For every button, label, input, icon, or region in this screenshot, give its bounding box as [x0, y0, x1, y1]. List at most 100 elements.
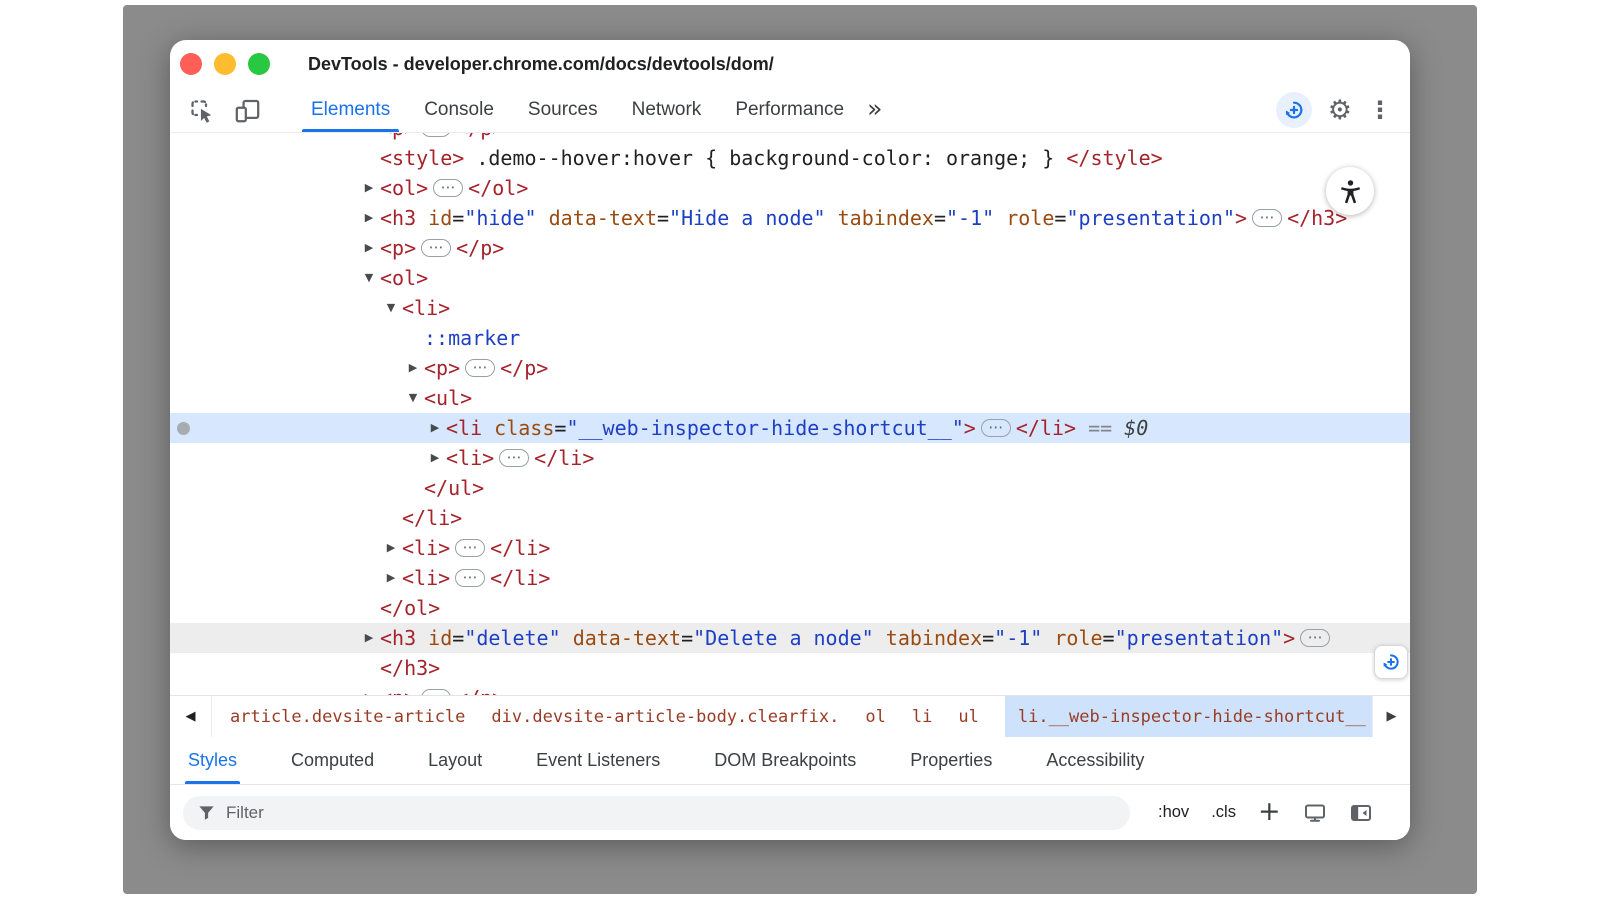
tab-properties[interactable]: Properties — [910, 737, 992, 784]
tab-elements[interactable]: Elements — [294, 88, 407, 132]
monitor-icon[interactable] — [1303, 801, 1327, 825]
ellipsis-expand-button[interactable]: ⋯ — [421, 239, 451, 257]
tab-performance[interactable]: Performance — [718, 88, 861, 132]
inspect-icon[interactable] — [184, 93, 218, 127]
breadcrumb-item-div[interactable]: div.devsite-article-body.clearfix. — [491, 696, 839, 737]
dom-tree-row[interactable]: <style> .demo--hover:hover { background-… — [170, 143, 1410, 173]
dom-tree-row[interactable]: </ol> — [170, 593, 1410, 623]
kebab-menu-icon[interactable]: ⋮ — [1368, 98, 1392, 122]
accessibility-person-icon[interactable] — [1326, 167, 1374, 215]
expand-arrow-icon[interactable]: ▶ — [426, 413, 444, 443]
device-toolbar-icon[interactable] — [230, 93, 264, 127]
tag-token: <p> — [380, 236, 416, 260]
filter-input[interactable]: Filter — [183, 796, 1130, 830]
ellipsis-expand-button[interactable]: ⋯ — [421, 133, 451, 137]
ellipsis-expand-button[interactable]: ⋯ — [433, 179, 463, 197]
toolbar-right-group: ⚙ ⋮ — [1276, 92, 1410, 128]
expand-arrow-icon[interactable]: ▶ — [360, 683, 378, 695]
breadcrumb: ◀ article.devsite-article div.devsite-ar… — [170, 695, 1410, 737]
ellipsis-expand-button[interactable]: ⋯ — [499, 449, 529, 467]
tab-styles[interactable]: Styles — [188, 737, 237, 784]
settings-gear-icon[interactable]: ⚙ — [1328, 97, 1352, 124]
expand-arrow-icon[interactable]: ▶ — [360, 133, 378, 143]
text-token: = — [681, 626, 693, 650]
new-style-rule-plus-icon[interactable]: + — [1258, 798, 1281, 825]
dom-tree-row[interactable]: ▶<h3 id="delete" data-text="Delete a nod… — [170, 623, 1410, 653]
attr-name-token: tabindex — [838, 206, 934, 230]
ellipsis-expand-button[interactable]: ⋯ — [455, 539, 485, 557]
tab-layout[interactable]: Layout — [428, 737, 482, 784]
circular-arrow-plus-overlay-button[interactable] — [1374, 645, 1408, 679]
expand-arrow-icon[interactable]: ▼ — [404, 383, 422, 413]
ellipsis-expand-button[interactable]: ⋯ — [1300, 629, 1330, 647]
dom-tree-row[interactable]: ▶<li class="__web-inspector-hide-shortcu… — [170, 413, 1410, 443]
dom-tree-row[interactable]: ▶<h3 id="hide" data-text="Hide a node" t… — [170, 203, 1410, 233]
dom-tree-row[interactable]: ▼<li> — [170, 293, 1410, 323]
breadcrumb-item-article[interactable]: article.devsite-article — [230, 696, 465, 737]
ellipsis-expand-button[interactable]: ⋯ — [465, 359, 495, 377]
tag-token: <li — [446, 416, 482, 440]
tab-computed[interactable]: Computed — [291, 737, 374, 784]
tab-dom-breakpoints[interactable]: DOM Breakpoints — [714, 737, 856, 784]
ellipsis-expand-button[interactable]: ⋯ — [455, 569, 485, 587]
expand-arrow-icon[interactable]: ▶ — [360, 173, 378, 203]
attr-name-token: data-text — [573, 626, 681, 650]
ellipsis-expand-button[interactable]: ⋯ — [981, 419, 1011, 437]
breadcrumb-scroll-right-button[interactable]: ▶ — [1372, 696, 1410, 737]
tab-console[interactable]: Console — [407, 88, 511, 132]
tag-token: </li> — [1016, 416, 1076, 440]
minimize-window-button[interactable] — [214, 53, 236, 75]
element-classes-button[interactable]: .cls — [1211, 803, 1236, 822]
breadcrumb-item-ul[interactable]: ul — [958, 696, 978, 737]
expand-arrow-icon[interactable]: ▶ — [426, 443, 444, 473]
expand-arrow-icon[interactable]: ▶ — [404, 353, 422, 383]
attr-name-token: tabindex — [886, 626, 982, 650]
breadcrumb-item-ol[interactable]: ol — [865, 696, 885, 737]
dom-tree-row[interactable]: ▶<li>⋯</li> — [170, 533, 1410, 563]
expand-arrow-icon[interactable]: ▶ — [360, 203, 378, 233]
dom-tree-row[interactable]: ▶<p>⋯</p> — [170, 353, 1410, 383]
dom-tree-row[interactable]: ▶<p>⋯</p> — [170, 683, 1410, 695]
devtools-window: DevTools - developer.chrome.com/docs/dev… — [170, 40, 1410, 840]
dom-tree-row[interactable]: ▼<ul> — [170, 383, 1410, 413]
zoom-window-button[interactable] — [248, 53, 270, 75]
breadcrumb-item-li[interactable]: li — [912, 696, 932, 737]
dom-tree-row[interactable]: ▶<p>⋯</p> — [170, 133, 1410, 143]
dom-tree-row[interactable]: </ul> — [170, 473, 1410, 503]
dom-tree-row[interactable]: ▼<ol> — [170, 263, 1410, 293]
more-tabs-chevron-icon[interactable]: » — [867, 94, 882, 127]
expand-arrow-icon[interactable]: ▶ — [382, 563, 400, 593]
toggle-element-state-button[interactable]: :hov — [1158, 803, 1189, 822]
sidebar-toggle-icon[interactable] — [1349, 801, 1373, 825]
text-token: = — [934, 206, 946, 230]
attr-name-token: class — [494, 416, 554, 440]
expand-arrow-icon[interactable]: ▶ — [360, 233, 378, 263]
dom-tree-row[interactable]: </li> — [170, 503, 1410, 533]
attr-value-token: "-1" — [946, 206, 994, 230]
tab-sources[interactable]: Sources — [511, 88, 615, 132]
tab-event-listeners[interactable]: Event Listeners — [536, 737, 660, 784]
tag-token: <style> — [380, 146, 464, 170]
dom-tree-row[interactable]: ▶<p>⋯</p> — [170, 233, 1410, 263]
breadcrumb-scroll-left-button[interactable]: ◀ — [170, 696, 212, 737]
tag-token: <li> — [402, 566, 450, 590]
tab-network[interactable]: Network — [615, 88, 719, 132]
text-token: = — [1054, 206, 1066, 230]
dom-tree-row[interactable]: </h3> — [170, 653, 1410, 683]
tag-token: </li> — [490, 566, 550, 590]
ellipsis-expand-button[interactable]: ⋯ — [1252, 209, 1282, 227]
dom-tree-row[interactable]: ▶<li> ⋯ </li> — [170, 563, 1410, 593]
dom-tree-row[interactable]: ▶<li>⋯</li> — [170, 443, 1410, 473]
dom-tree-row[interactable]: ::marker — [170, 323, 1410, 353]
expand-arrow-icon[interactable]: ▶ — [360, 623, 378, 653]
tag-token: </li> — [402, 506, 462, 530]
tab-accessibility[interactable]: Accessibility — [1046, 737, 1144, 784]
close-window-button[interactable] — [180, 53, 202, 75]
expand-arrow-icon[interactable]: ▼ — [382, 293, 400, 323]
expand-arrow-icon[interactable]: ▶ — [382, 533, 400, 563]
breadcrumb-item-selected-li[interactable]: li.__web-inspector-hide-shortcut__ — [1005, 696, 1372, 737]
circular-arrow-plus-icon[interactable] — [1276, 92, 1312, 128]
tag-token: <p> — [380, 686, 416, 695]
dom-tree-row[interactable]: ▶<ol>⋯</ol> — [170, 173, 1410, 203]
expand-arrow-icon[interactable]: ▼ — [360, 263, 378, 293]
